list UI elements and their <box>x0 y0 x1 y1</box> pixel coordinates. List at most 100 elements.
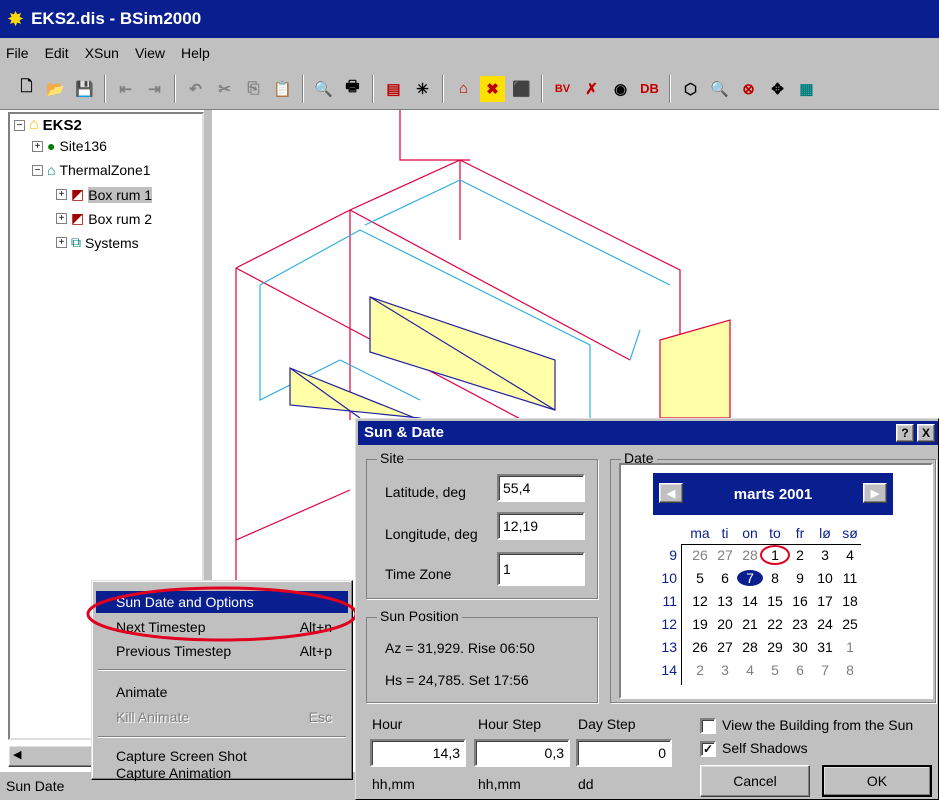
calendar-day[interactable]: 17 <box>812 593 838 609</box>
hour-input[interactable] <box>370 739 466 767</box>
zoom-out-icon[interactable]: ⊗ <box>736 76 761 102</box>
indent-icon[interactable]: ⇤ <box>113 76 138 102</box>
calendar-day[interactable]: 8 <box>762 570 788 586</box>
calc-icon[interactable]: ▤ <box>381 76 406 102</box>
next-month-icon[interactable]: ▶ <box>863 483 887 503</box>
tree-item-thermalzone[interactable]: − ⌂ ThermalZone1 <box>32 162 151 178</box>
tree-item-site[interactable]: + ● Site136 <box>32 138 107 154</box>
calendar-day[interactable]: 5 <box>762 662 788 678</box>
bv-icon[interactable]: BV <box>550 76 575 102</box>
menu-item-capture-animation[interactable]: Capture Animation <box>96 765 348 781</box>
calendar-day[interactable]: 18 <box>837 593 863 609</box>
building-3d-icon[interactable]: ⬛ <box>509 76 534 102</box>
calendar-day[interactable]: 2 <box>787 547 813 563</box>
house-icon[interactable]: ⌂ <box>451 76 476 102</box>
calendar-day[interactable]: 3 <box>812 547 838 563</box>
longitude-input[interactable] <box>497 512 585 540</box>
calendar-day[interactable]: 8 <box>837 662 863 678</box>
calendar-day[interactable]: 4 <box>737 662 763 678</box>
calendar-day[interactable]: 11 <box>837 570 863 586</box>
calendar-day[interactable]: 25 <box>837 616 863 632</box>
view-from-sun-checkbox[interactable] <box>700 718 716 734</box>
expand-icon[interactable]: + <box>56 189 67 200</box>
calendar-day[interactable]: 6 <box>787 662 813 678</box>
calendar-day[interactable]: 23 <box>787 616 813 632</box>
menu-view[interactable]: View <box>135 45 165 61</box>
calendar-day[interactable]: 13 <box>712 593 738 609</box>
day-step-input[interactable] <box>576 739 672 767</box>
calendar-day[interactable]: 28 <box>737 639 763 655</box>
expand-icon[interactable]: + <box>32 140 43 152</box>
menu-file[interactable]: File <box>6 45 29 61</box>
calendar-day[interactable]: 22 <box>762 616 788 632</box>
calendar-day[interactable]: 12 <box>687 593 713 609</box>
cross-icon[interactable]: ✗ <box>579 76 604 102</box>
x-tool-icon[interactable]: ✖ <box>480 75 505 102</box>
open-folder-icon[interactable]: 📂 <box>43 76 68 102</box>
menu-item-animate[interactable]: Animate <box>96 681 348 703</box>
sun-icon[interactable]: ✳ <box>410 76 435 102</box>
calendar-day[interactable]: 26 <box>687 639 713 655</box>
calendar-day[interactable]: 21 <box>737 616 763 632</box>
collapse-icon[interactable]: − <box>14 119 25 131</box>
calendar-day[interactable]: 1 <box>837 639 863 655</box>
copy-icon[interactable]: ⎘ <box>241 76 266 102</box>
expand-icon[interactable]: + <box>56 237 67 248</box>
calendar-day[interactable]: 7 <box>812 662 838 678</box>
calendar-day[interactable]: 9 <box>787 570 813 586</box>
calendar-day[interactable]: 19 <box>687 616 713 632</box>
calendar-day[interactable]: 6 <box>712 570 738 586</box>
calendar-day-today[interactable]: 1 <box>760 545 790 565</box>
calendar-day[interactable]: 2 <box>687 662 713 678</box>
calendar-day[interactable]: 27 <box>712 639 738 655</box>
menu-edit[interactable]: Edit <box>45 45 69 61</box>
timezone-input[interactable] <box>497 552 585 586</box>
new-file-icon[interactable]: 🗋 <box>14 76 39 102</box>
calendar-day[interactable]: 29 <box>762 639 788 655</box>
calendar-day[interactable]: 24 <box>812 616 838 632</box>
self-shadows-checkbox[interactable]: ✓ <box>700 741 716 757</box>
move-icon[interactable]: ✥ <box>765 76 790 102</box>
hour-step-input[interactable] <box>474 739 570 767</box>
calendar-day[interactable]: 20 <box>712 616 738 632</box>
scroll-left-icon[interactable]: ◀ <box>13 748 21 761</box>
tree-item-eks2[interactable]: − ⌂ EKS2 <box>14 116 82 134</box>
calendar-day[interactable]: 28 <box>737 547 763 563</box>
ok-button[interactable]: OK <box>822 765 932 797</box>
menu-item-capture-screenshot[interactable]: Capture Screen Shot <box>96 745 348 767</box>
menu-xsun[interactable]: XSun <box>85 45 119 61</box>
help-button[interactable]: ? <box>896 424 914 442</box>
calendar-day[interactable]: 15 <box>762 593 788 609</box>
cancel-button[interactable]: Cancel <box>700 765 810 797</box>
tree-item-box-rum-1[interactable]: + ◩ Box rum 1 <box>56 186 153 203</box>
expand-icon[interactable]: + <box>56 213 67 224</box>
calendar-day[interactable]: 30 <box>787 639 813 655</box>
calendar-day[interactable]: 14 <box>737 593 763 609</box>
book-icon[interactable]: ◉ <box>608 76 633 102</box>
outdent-icon[interactable]: ⇥ <box>142 76 167 102</box>
shape-icon[interactable]: ⬡ <box>678 76 703 102</box>
latitude-input[interactable] <box>497 474 585 502</box>
cut-icon[interactable]: ✂ <box>212 76 237 102</box>
calendar-day-selected[interactable]: 7 <box>737 570 763 586</box>
undo-icon[interactable]: ↶ <box>183 76 208 102</box>
collapse-icon[interactable]: − <box>32 164 43 176</box>
prev-month-icon[interactable]: ◀ <box>659 483 683 503</box>
calendar-day[interactable]: 5 <box>687 570 713 586</box>
calendar[interactable]: ◀ marts 2001 ▶ ma ti on to fr lø sø 9 26 27 28 1 2 3 4… <box>619 463 933 699</box>
print-icon[interactable]: 🖶 <box>340 76 365 102</box>
save-icon[interactable]: 💾 <box>72 76 97 102</box>
paste-icon[interactable]: 📋 <box>270 76 295 102</box>
print-preview-icon[interactable]: 🔍 <box>311 76 336 102</box>
calendar-day[interactable]: 16 <box>787 593 813 609</box>
grid-icon[interactable]: ▦ <box>794 76 819 102</box>
tree-item-systems[interactable]: + ⧉ Systems <box>56 234 139 251</box>
calendar-day[interactable]: 4 <box>837 547 863 563</box>
zoom-icon[interactable]: 🔍 <box>707 76 732 102</box>
calendar-day[interactable]: 3 <box>712 662 738 678</box>
calendar-day[interactable]: 27 <box>712 547 738 563</box>
calendar-day[interactable]: 10 <box>812 570 838 586</box>
db-icon[interactable]: DB <box>637 76 662 102</box>
menu-help[interactable]: Help <box>181 45 210 61</box>
tree-item-box-rum-2[interactable]: + ◩ Box rum 2 <box>56 210 152 227</box>
